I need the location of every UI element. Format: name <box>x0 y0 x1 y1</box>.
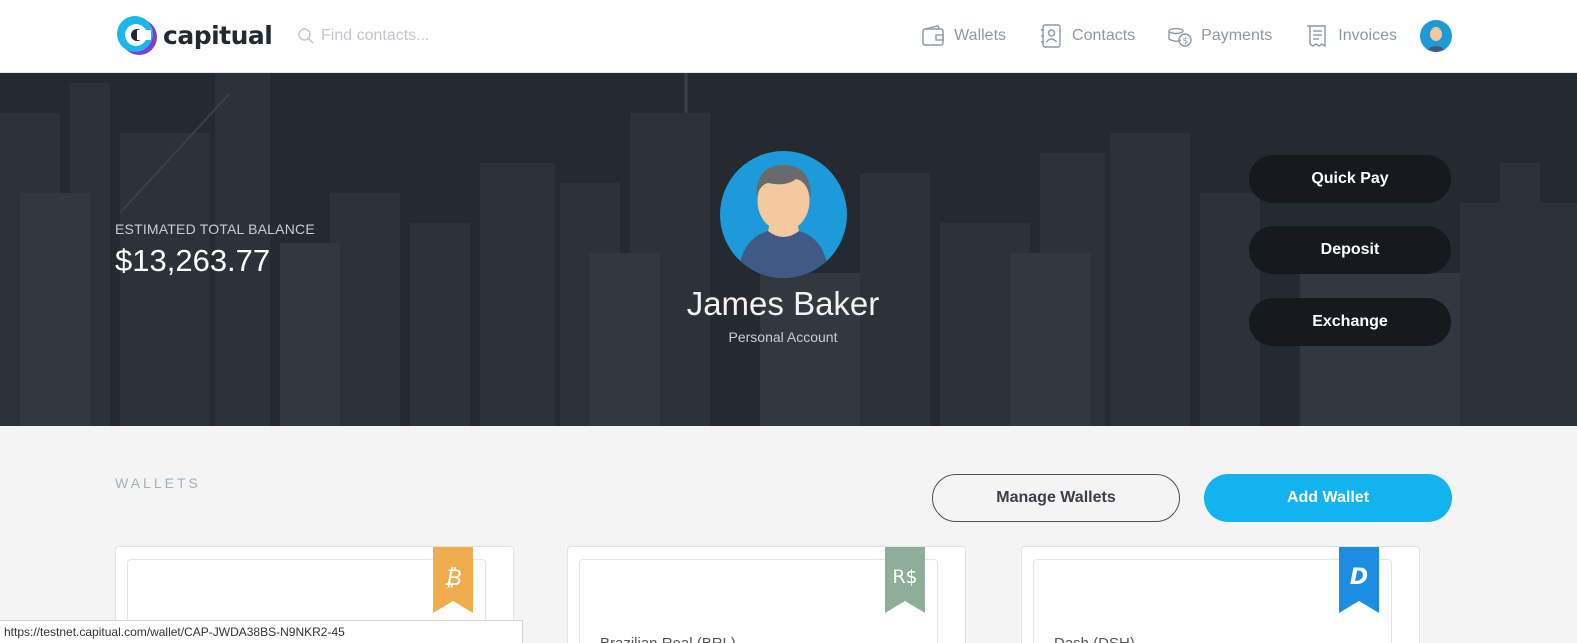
balance-value: $13,263.77 <box>115 243 271 278</box>
wallet-card-dash[interactable]: Dash (DSH) D <box>1021 546 1420 643</box>
search-input[interactable] <box>321 27 581 45</box>
wallets-section-title: WALLETS <box>115 475 201 491</box>
nav-item-invoices[interactable]: Invoices <box>1304 23 1397 49</box>
quick-pay-button[interactable]: Quick Pay <box>1249 155 1451 203</box>
bitcoin-symbol: ₿ <box>444 566 461 591</box>
wallet-card-brl[interactable]: Brazilian Real (BRL) R$ <box>567 546 966 643</box>
capitual-logo[interactable]: capitual <box>115 13 273 57</box>
user-avatar-icon <box>720 151 847 278</box>
brl-symbol: R$ <box>892 566 917 588</box>
deposit-button[interactable]: Deposit <box>1249 226 1451 274</box>
nav-label-payments: Payments <box>1201 27 1273 44</box>
search-bar <box>297 22 597 50</box>
search-icon <box>298 28 314 44</box>
balance-summary: ESTIMATED TOTAL BALANCE $13,263.77 <box>115 221 315 279</box>
user-avatar-menu[interactable] <box>1420 20 1452 52</box>
profile-hero: ESTIMATED TOTAL BALANCE $13,263.77 James… <box>0 73 1577 426</box>
top-navbar: capitual Wallets Cont <box>0 0 1577 73</box>
wallet-card-name: Dash (DSH) <box>1054 635 1135 643</box>
add-wallet-button[interactable]: Add Wallet <box>1204 474 1452 522</box>
dash-ribbon-icon: D <box>1339 547 1379 613</box>
wallet-card-name: Brazilian Real (BRL) <box>600 635 736 643</box>
nav-label-invoices: Invoices <box>1338 27 1397 44</box>
brl-ribbon-icon: R$ <box>885 547 925 613</box>
payments-icon: $ <box>1168 27 1192 47</box>
nav-label-wallets: Wallets <box>954 27 1007 44</box>
svg-text:$: $ <box>1183 37 1189 47</box>
balance-label: ESTIMATED TOTAL BALANCE <box>115 221 315 237</box>
manage-wallets-button[interactable]: Manage Wallets <box>932 474 1180 522</box>
main-nav: Wallets Contacts $ Payments Invoices <box>920 20 1397 52</box>
nav-item-wallets[interactable]: Wallets <box>920 23 1006 49</box>
browser-status-bar: https://testnet.capitual.com/wallet/CAP-… <box>0 620 523 643</box>
account-type: Personal Account <box>728 329 838 345</box>
logo-text: capitual <box>163 20 273 50</box>
invoices-icon <box>1307 25 1326 48</box>
wallet-icon <box>922 25 944 46</box>
capitual-logo-icon <box>117 16 157 55</box>
nav-item-contacts[interactable]: Contacts <box>1038 23 1135 49</box>
profile-avatar <box>720 151 847 278</box>
avatar-icon <box>1420 20 1452 52</box>
nav-item-payments[interactable]: $ Payments <box>1167 23 1272 49</box>
dash-symbol: D <box>1350 565 1368 590</box>
nav-label-contacts: Contacts <box>1072 27 1136 44</box>
contacts-icon <box>1041 24 1061 48</box>
exchange-button[interactable]: Exchange <box>1249 298 1451 346</box>
profile-name: James Baker <box>686 285 880 322</box>
bitcoin-ribbon-icon: ₿ <box>433 547 473 613</box>
